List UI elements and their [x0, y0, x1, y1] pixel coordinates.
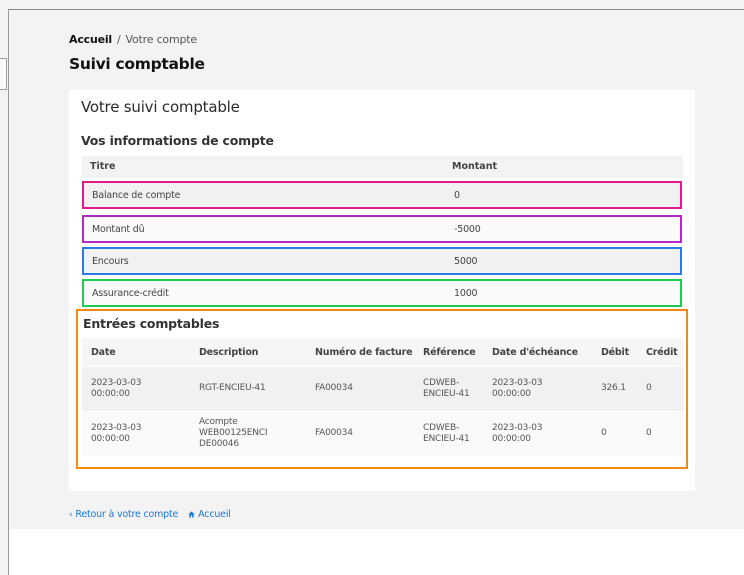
- breadcrumb-separator: /: [117, 33, 121, 46]
- breadcrumb-current: Votre compte: [125, 33, 198, 46]
- cell-due-date: 2023-03-03 00:00:00: [492, 378, 543, 399]
- header-invoice-number: Numéro de facture: [315, 347, 413, 358]
- chevron-left-icon: ‹: [69, 510, 73, 520]
- header-due-date: Date d'échéance: [492, 347, 578, 358]
- account-row-amount: 5000: [454, 256, 478, 267]
- window-left-border: [8, 9, 9, 575]
- breadcrumb: Accueil / Votre compte: [69, 33, 197, 46]
- cell-reference: CDWEB- ENCIEU-41: [423, 423, 470, 444]
- home-icon: [188, 511, 195, 518]
- cell-description: Acompte WEB00125ENCI DE00046: [199, 417, 268, 449]
- page-bottom-area: [9, 529, 744, 575]
- account-info-header: Titre Montant: [82, 156, 683, 178]
- header-description: Description: [199, 347, 259, 358]
- table-row: 2023-03-03 00:00:00 Acompte WEB00125ENCI DE…: [82, 412, 684, 456]
- entries-table-header: Date Description Numéro de facture Référ…: [82, 338, 684, 366]
- cell-debit: 326.1: [601, 383, 626, 393]
- accounting-entries-section: Entrées comptables Date Description Numé…: [76, 309, 688, 469]
- back-to-account-link[interactable]: ‹ Retour à votre compte: [69, 509, 178, 520]
- cell-credit: 0: [646, 428, 652, 438]
- account-row-credit-insurance: Assurance-crédit 1000: [82, 279, 682, 307]
- home-link-label: Accueil: [198, 509, 231, 520]
- cell-debit: 0: [601, 428, 607, 438]
- cell-description: RGT-ENCIEU-41: [199, 383, 266, 393]
- back-to-account-label: Retour à votre compte: [75, 509, 179, 520]
- cell-due-date: 2023-03-03 00:00:00: [492, 423, 543, 444]
- page-title: Suivi comptable: [69, 55, 205, 73]
- table-row: 2023-03-03 00:00:00 RGT-ENCIEU-41 FA00034…: [82, 367, 684, 411]
- footer-links: ‹ Retour à votre compte Accueil: [69, 509, 231, 520]
- header-titre: Titre: [90, 161, 116, 172]
- breadcrumb-home-link[interactable]: Accueil: [69, 33, 112, 46]
- entries-title: Entrées comptables: [83, 316, 220, 331]
- accounting-card: Votre suivi comptable Vos informations d…: [69, 90, 695, 491]
- account-row-title: Balance de compte: [92, 190, 181, 201]
- account-row-amount: 1000: [454, 288, 478, 299]
- card-title: Votre suivi comptable: [81, 98, 240, 116]
- cell-credit: 0: [646, 383, 652, 393]
- cell-date: 2023-03-03 00:00:00: [91, 378, 142, 399]
- header-date: Date: [91, 347, 116, 358]
- header-reference: Référence: [423, 347, 476, 358]
- account-row-amount: -5000: [454, 224, 481, 235]
- cell-date: 2023-03-03 00:00:00: [91, 423, 142, 444]
- cell-invoice-number: FA00034: [315, 428, 353, 438]
- account-row-title: Montant dû: [92, 224, 145, 235]
- home-link[interactable]: Accueil: [188, 509, 231, 520]
- side-panel-handle[interactable]: [0, 58, 7, 90]
- cell-reference: CDWEB- ENCIEU-41: [423, 378, 470, 399]
- account-info-title: Vos informations de compte: [81, 133, 274, 148]
- account-row-balance: Balance de compte 0: [82, 181, 682, 209]
- header-montant: Montant: [452, 161, 497, 172]
- account-row-amount-due: Montant dû -5000: [82, 215, 682, 243]
- account-row-amount: 0: [454, 190, 460, 201]
- account-row-outstanding: Encours 5000: [82, 247, 682, 275]
- account-row-title: Assurance-crédit: [92, 288, 169, 299]
- window-top-border: [8, 9, 744, 10]
- header-credit: Crédit: [646, 347, 678, 358]
- cell-invoice-number: FA00034: [315, 383, 353, 393]
- account-row-title: Encours: [92, 256, 129, 267]
- header-debit: Débit: [601, 347, 629, 358]
